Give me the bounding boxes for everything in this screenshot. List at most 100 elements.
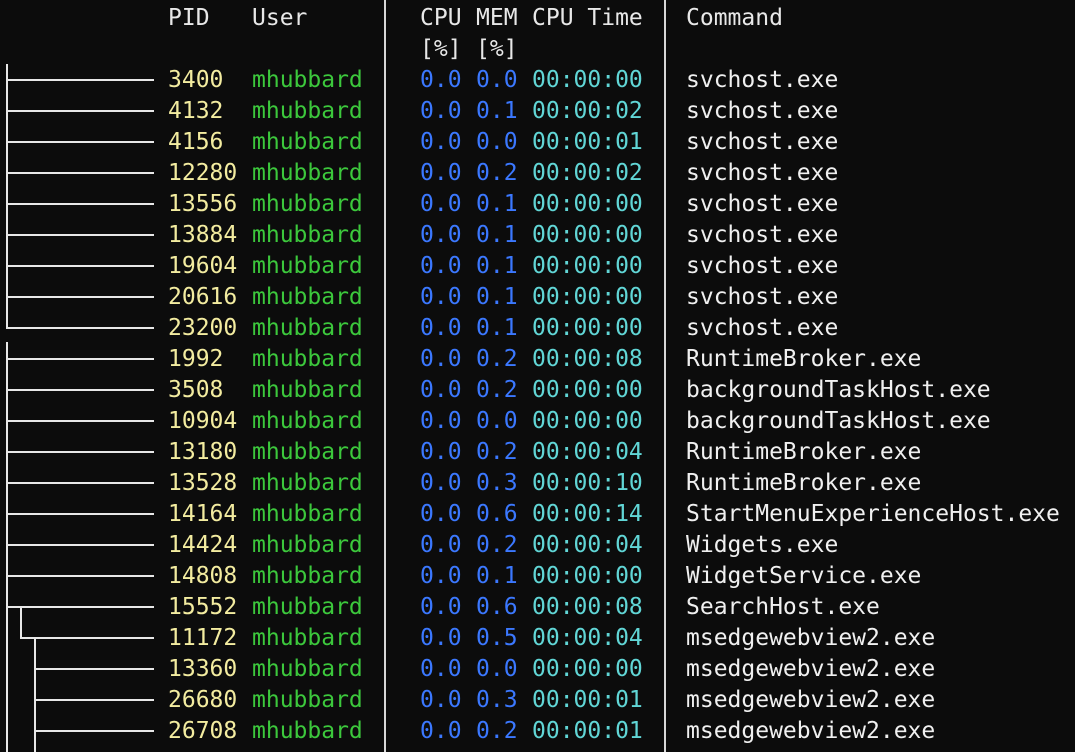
- process-pid: 1992: [168, 346, 224, 372]
- process-mem: 0.1: [476, 284, 518, 310]
- process-cpu-time: 00:00:00: [532, 222, 643, 248]
- process-pid: 4156: [168, 129, 224, 155]
- process-cpu-time: 00:00:00: [532, 377, 643, 403]
- process-user: mhubbard: [252, 160, 363, 186]
- process-row[interactable]: 10904 mhubbard 0.0 0.0 00:00:00 backgroundTas…: [0, 406, 1075, 437]
- process-command: StartMenuExperienceHost.exe: [686, 501, 1060, 527]
- process-pid: 13528: [168, 470, 238, 496]
- process-cpu: 0.0: [420, 160, 462, 186]
- header-mem[interactable]: MEM: [476, 3, 518, 34]
- process-mem: 0.2: [476, 532, 518, 558]
- process-cpu: 0.0: [420, 315, 462, 341]
- process-mem: 0.1: [476, 191, 518, 217]
- process-cpu-time: 00:00:01: [532, 687, 643, 713]
- process-cpu: 0.0: [420, 718, 462, 744]
- process-cpu-time: 00:00:00: [532, 284, 643, 310]
- process-cpu: 0.0: [420, 625, 462, 651]
- process-command: backgroundTaskHost.exe: [686, 408, 991, 434]
- process-pid: 20616: [168, 284, 238, 310]
- process-command: msedgewebview2.exe: [686, 718, 936, 744]
- process-row[interactable]: 4132 mhubbard 0.0 0.1 00:00:02 svchost.exe: [0, 96, 1075, 127]
- process-cpu: 0.0: [420, 253, 462, 279]
- process-pid: 4132: [168, 98, 224, 124]
- process-cpu-time: 00:00:00: [532, 191, 643, 217]
- process-user: mhubbard: [252, 408, 363, 434]
- process-cpu-time: 00:00:14: [532, 501, 643, 527]
- process-row[interactable]: 23200 mhubbard 0.0 0.1 00:00:00 svchost.exe: [0, 313, 1075, 344]
- process-user: mhubbard: [252, 718, 363, 744]
- process-cpu-time: 00:00:00: [532, 67, 643, 93]
- process-mem: 0.3: [476, 687, 518, 713]
- process-cpu-time: 00:00:04: [532, 532, 643, 558]
- process-mem: 0.1: [476, 222, 518, 248]
- process-command: svchost.exe: [686, 129, 839, 155]
- process-command: backgroundTaskHost.exe: [686, 377, 991, 403]
- process-row[interactable]: 15552 mhubbard 0.0 0.6 00:00:08 SearchHost.ex…: [0, 592, 1075, 623]
- process-row[interactable]: 19604 mhubbard 0.0 0.1 00:00:00 svchost.exe: [0, 251, 1075, 282]
- process-row[interactable]: 14808 mhubbard 0.0 0.1 00:00:00 WidgetService…: [0, 561, 1075, 592]
- process-cpu: 0.0: [420, 594, 462, 620]
- process-cpu: 0.0: [420, 67, 462, 93]
- process-user: mhubbard: [252, 501, 363, 527]
- header-cpu[interactable]: CPU: [420, 3, 462, 34]
- process-command: svchost.exe: [686, 160, 839, 186]
- process-user: mhubbard: [252, 656, 363, 682]
- header-cpu-time[interactable]: CPU Time: [532, 3, 643, 34]
- process-row[interactable]: 13884 mhubbard 0.0 0.1 00:00:00 svchost.exe: [0, 220, 1075, 251]
- process-user: mhubbard: [252, 129, 363, 155]
- process-pid: 13556: [168, 191, 238, 217]
- header-command[interactable]: Command: [686, 3, 783, 34]
- process-user: mhubbard: [252, 191, 363, 217]
- process-pid: 12280: [168, 160, 238, 186]
- process-command: RuntimeBroker.exe: [686, 346, 922, 372]
- process-command: SearchHost.exe: [686, 594, 880, 620]
- process-cpu: 0.0: [420, 129, 462, 155]
- process-row[interactable]: 14164 mhubbard 0.0 0.6 00:00:14 StartMenuExpe…: [0, 499, 1075, 530]
- process-row[interactable]: 3400 mhubbard 0.0 0.0 00:00:00 svchost.exe: [0, 65, 1075, 96]
- process-row[interactable]: 20616 mhubbard 0.0 0.1 00:00:00 svchost.exe: [0, 282, 1075, 313]
- process-mem: 0.2: [476, 377, 518, 403]
- process-row[interactable]: 1992 mhubbard 0.0 0.2 00:00:08 RuntimeBroker.…: [0, 344, 1075, 375]
- process-user: mhubbard: [252, 470, 363, 496]
- process-mem: 0.3: [476, 470, 518, 496]
- process-cpu-time: 00:00:10: [532, 470, 643, 496]
- process-command: svchost.exe: [686, 284, 839, 310]
- process-cpu: 0.0: [420, 377, 462, 403]
- process-row[interactable]: 13528 mhubbard 0.0 0.3 00:00:10 RuntimeBroker…: [0, 468, 1075, 499]
- header-pid[interactable]: PID: [168, 3, 210, 34]
- process-user: mhubbard: [252, 98, 363, 124]
- process-user: mhubbard: [252, 377, 363, 403]
- process-row[interactable]: 26708 mhubbard 0.0 0.2 00:00:01 msedgewebview…: [0, 716, 1075, 747]
- process-row[interactable]: 14424 mhubbard 0.0 0.2 00:00:04 Widgets.exe: [0, 530, 1075, 561]
- process-cpu: 0.0: [420, 408, 462, 434]
- process-command: svchost.exe: [686, 191, 839, 217]
- process-pid: 15552: [168, 594, 238, 620]
- process-row[interactable]: 12280 mhubbard 0.0 0.2 00:00:02 svchost.exe: [0, 158, 1075, 189]
- process-user: mhubbard: [252, 594, 363, 620]
- header-user[interactable]: User: [252, 3, 307, 34]
- header-cpu-unit: [%]: [420, 36, 462, 62]
- process-mem: 0.0: [476, 67, 518, 93]
- process-row[interactable]: 11172 mhubbard 0.0 0.5 00:00:04 msedgewebview…: [0, 623, 1075, 654]
- process-cpu: 0.0: [420, 439, 462, 465]
- process-pid: 13884: [168, 222, 238, 248]
- process-row[interactable]: 13180 mhubbard 0.0 0.2 00:00:04 RuntimeBroker…: [0, 437, 1075, 468]
- process-command: svchost.exe: [686, 98, 839, 124]
- process-row[interactable]: 4156 mhubbard 0.0 0.0 00:00:01 svchost.exe: [0, 127, 1075, 158]
- process-cpu-time: 00:00:01: [532, 129, 643, 155]
- process-user: mhubbard: [252, 315, 363, 341]
- process-cpu: 0.0: [420, 222, 462, 248]
- process-row[interactable]: 13360 mhubbard 0.0 0.0 00:00:00 msedgewebview…: [0, 654, 1075, 685]
- process-cpu: 0.0: [420, 563, 462, 589]
- process-command: RuntimeBroker.exe: [686, 470, 922, 496]
- process-command: svchost.exe: [686, 67, 839, 93]
- process-cpu-time: 00:00:02: [532, 98, 643, 124]
- process-row[interactable]: 26680 mhubbard 0.0 0.3 00:00:01 msedgewebview…: [0, 685, 1075, 716]
- process-pid: 19604: [168, 253, 238, 279]
- process-pid: 3508: [168, 377, 224, 403]
- process-user: mhubbard: [252, 687, 363, 713]
- process-row[interactable]: 3508 mhubbard 0.0 0.2 00:00:00 backgroundTask…: [0, 375, 1075, 406]
- process-cpu-time: 00:00:00: [532, 656, 643, 682]
- process-row[interactable]: 13556 mhubbard 0.0 0.1 00:00:00 svchost.exe: [0, 189, 1075, 220]
- process-cpu-time: 00:00:02: [532, 160, 643, 186]
